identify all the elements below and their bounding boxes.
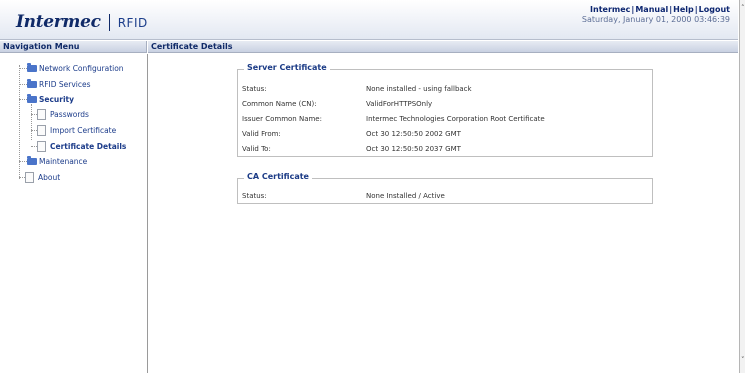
nav-item-network-configuration[interactable]: Network Configuration (27, 63, 124, 74)
tree-line (19, 68, 27, 69)
nav-item-label: Security (39, 95, 75, 104)
row-value: None installed - using fallback (366, 85, 472, 93)
row-value: ValidForHTTPSOnly (366, 100, 433, 108)
scroll-up-arrow-icon[interactable]: ˄ (741, 4, 745, 12)
link-logout[interactable]: Logout (699, 5, 730, 14)
logo-product: RFID (117, 16, 148, 30)
link-separator: | (694, 5, 698, 14)
ca-certificate-legend: CA Certificate (244, 172, 312, 181)
page-icon (37, 141, 46, 152)
tree-line (19, 99, 27, 100)
folder-icon (27, 156, 37, 165)
row-label: Status: (242, 192, 267, 200)
page: Intermec RFID Intermec|Manual|Help|Logou… (0, 0, 745, 373)
link-help[interactable]: Help (673, 5, 694, 14)
scrollbar-strip[interactable]: ˄ ˅ (739, 0, 745, 373)
open-folder-icon (27, 94, 37, 103)
tree-line (19, 161, 27, 162)
row-label: Issuer Common Name: (242, 115, 322, 123)
nav-item-about[interactable]: About (25, 172, 60, 183)
nav-item-import-certificate[interactable]: Import Certificate (37, 125, 116, 136)
nav-item-label: RFID Services (39, 80, 91, 89)
row-value: None Installed / Active (366, 192, 445, 200)
navigation-menu: Network Configuration RFID Services Secu… (0, 54, 148, 373)
page-icon (37, 125, 46, 136)
logo-brand: Intermec (16, 12, 101, 32)
cert-row: Issuer Common Name: Intermec Technologies… (242, 114, 545, 125)
cert-row: Status: None Installed / Active (242, 191, 445, 202)
page-icon (37, 109, 46, 120)
link-manual[interactable]: Manual (635, 5, 668, 14)
content-pane-title: Certificate Details (148, 41, 738, 53)
ca-certificate-group: CA Certificate Status: None Installed / A… (237, 172, 653, 204)
row-label: Status: (242, 85, 267, 93)
nav-pane-title: Navigation Menu (0, 41, 147, 53)
header-links: Intermec|Manual|Help|Logout Saturday, Ja… (582, 5, 730, 25)
row-value: Oct 30 12:50:50 2002 GMT (366, 130, 461, 138)
nav-item-label: About (38, 173, 61, 182)
cert-row: Status: None installed - using fallback (242, 84, 472, 95)
folder-icon (27, 79, 37, 88)
scroll-down-arrow-icon[interactable]: ˅ (741, 356, 745, 364)
logo-divider (108, 13, 110, 31)
nav-item-label: Network Configuration (39, 64, 124, 73)
tree-line (31, 104, 32, 140)
nav-item-passwords[interactable]: Passwords (37, 109, 89, 120)
content-pane: Server Certificate Status: None installed… (149, 54, 738, 373)
nav-item-maintenance[interactable]: Maintenance (27, 156, 87, 167)
page-icon (25, 172, 34, 183)
row-value: Intermec Technologies Corporation Root C… (366, 115, 545, 123)
header-bar: Intermec RFID Intermec|Manual|Help|Logou… (0, 0, 738, 40)
nav-item-rfid-services[interactable]: RFID Services (27, 79, 91, 90)
datetime-text: Saturday, January 01, 2000 03:46:39 (581, 15, 730, 24)
link-separator: | (631, 5, 635, 14)
server-certificate-legend: Server Certificate (244, 63, 330, 72)
row-value: Oct 30 12:50:50 2037 GMT (366, 145, 461, 153)
row-label: Common Name (CN): (242, 100, 317, 108)
intermec-rfid-logo: Intermec RFID (16, 12, 148, 32)
nav-item-label: Import Certificate (50, 126, 117, 135)
server-certificate-group: Server Certificate Status: None installed… (237, 63, 653, 157)
folder-icon (27, 63, 37, 72)
nav-item-label: Passwords (50, 110, 89, 119)
cert-row: Common Name (CN): ValidForHTTPSOnly (242, 99, 432, 110)
link-separator: | (669, 5, 673, 14)
link-intermec[interactable]: Intermec (590, 5, 630, 14)
nav-item-label: Maintenance (39, 157, 88, 166)
cert-row: Valid From: Oct 30 12:50:50 2002 GMT (242, 129, 461, 140)
row-label: Valid From: (242, 130, 281, 138)
cert-row: Valid To: Oct 30 12:50:50 2037 GMT (242, 144, 461, 155)
top-links: Intermec|Manual|Help|Logout (582, 5, 730, 15)
nav-item-label: Certificate Details (50, 142, 127, 151)
nav-item-security[interactable]: Security (27, 94, 74, 105)
row-label: Valid To: (242, 145, 271, 153)
nav-item-certificate-details[interactable]: Certificate Details (37, 141, 126, 152)
tree-line (19, 84, 27, 85)
